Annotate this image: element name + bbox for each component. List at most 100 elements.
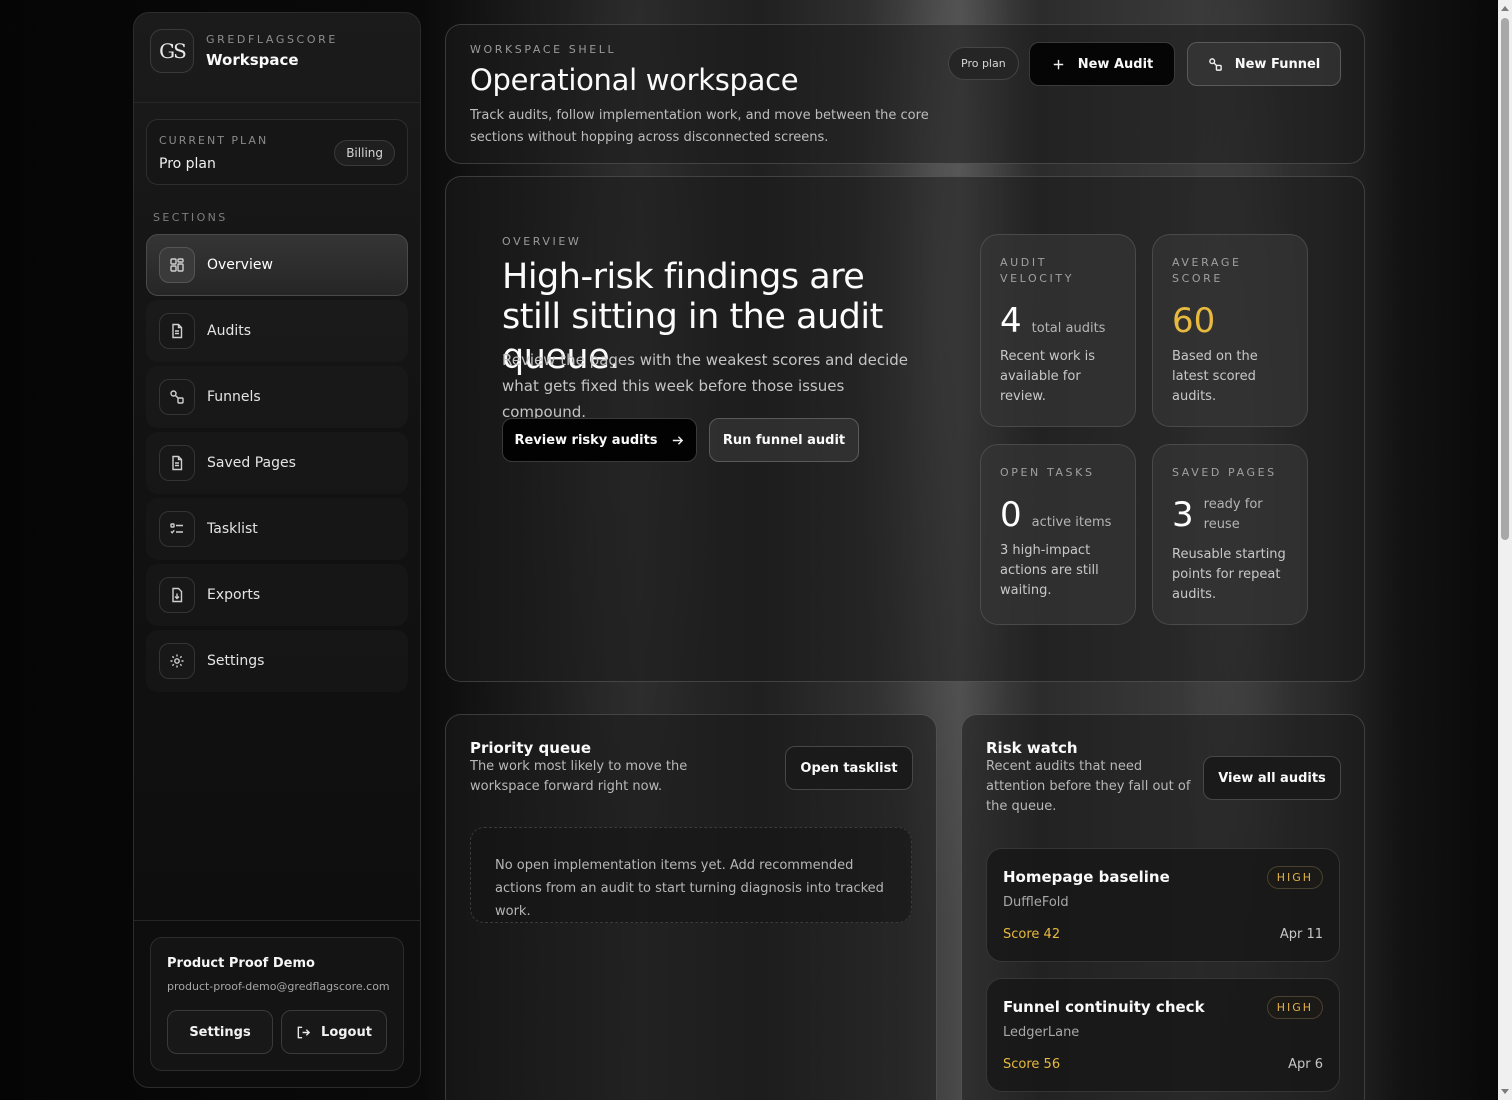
arrow-right-icon xyxy=(672,435,683,445)
scroll-down-icon[interactable] xyxy=(1501,1089,1509,1094)
sidebar-item-label: Overview xyxy=(207,257,273,273)
header-description: Track audits, follow implementation work… xyxy=(470,108,929,145)
stat-value: 3 xyxy=(1172,495,1194,535)
run-funnel-audit-label: Run funnel audit xyxy=(722,432,846,448)
logout-button[interactable]: Logout xyxy=(281,1010,387,1054)
brand-logo-icon: GS xyxy=(150,29,194,73)
stat-card-average-score: AVERAGE SCORE 60 Based on the latest sco… xyxy=(1152,234,1308,427)
divider xyxy=(134,920,420,921)
stat-value: 0 xyxy=(1000,495,1022,535)
sidebar-item-label: Settings xyxy=(207,653,265,669)
risk-item-date: Apr 11 xyxy=(1279,927,1323,942)
gear-icon xyxy=(159,643,195,679)
workspace-header: WORKSPACE SHELL Operational workspace Tr… xyxy=(445,24,1365,164)
divider xyxy=(134,102,420,103)
empty-state: No open implementation items yet. Add re… xyxy=(470,827,912,923)
export-icon xyxy=(159,577,195,613)
stat-description: 3 high-impact actions are still waiting. xyxy=(1000,543,1099,598)
sidebar-item-label: Saved Pages xyxy=(207,455,296,471)
stat-description: Recent work is available for review. xyxy=(1000,349,1096,404)
sidebar-item-exports[interactable]: Exports xyxy=(146,564,408,626)
risk-item[interactable]: Funnel continuity check LedgerLane Score… xyxy=(986,978,1340,1092)
open-tasklist-label: Open tasklist xyxy=(800,760,898,776)
saved-page-icon xyxy=(159,445,195,481)
stat-value-row: 0 active items xyxy=(1000,495,1111,535)
checklist-icon xyxy=(159,511,195,547)
plan-kicker: CURRENT PLAN xyxy=(159,134,269,147)
sidebar-nav: Overview Audits Funnels Saved Pages Task… xyxy=(146,234,408,696)
document-icon xyxy=(159,313,195,349)
risk-item[interactable]: Homepage baseline DuffleFold Score 42 Ap… xyxy=(986,848,1340,962)
user-settings-button[interactable]: Settings xyxy=(167,1010,273,1054)
risk-watch-panel: Risk watch Recent audits that need atten… xyxy=(961,714,1365,1100)
user-card: Product Proof Demo product-proof-demo@gr… xyxy=(150,937,404,1071)
view-all-audits-label: View all audits xyxy=(1218,770,1326,786)
new-audit-label: New Audit xyxy=(1077,56,1154,72)
sidebar: GS GREDFLAGSCORE Workspace CURRENT PLAN … xyxy=(133,12,421,1088)
risk-item-brand: DuffleFold xyxy=(1003,895,1069,910)
page-title: Operational workspace xyxy=(470,63,799,97)
current-plan-card: CURRENT PLAN Pro plan Billing xyxy=(146,119,408,185)
logout-icon xyxy=(297,1026,311,1038)
plan-name: Pro plan xyxy=(159,156,216,172)
stat-unit: ready for reuse xyxy=(1203,497,1263,532)
stat-value-row: 60 xyxy=(1172,301,1215,341)
sidebar-item-overview[interactable]: Overview xyxy=(146,234,408,296)
stat-unit: active items xyxy=(1031,515,1112,530)
sections-label: SECTIONS xyxy=(153,211,228,224)
billing-button[interactable]: Billing xyxy=(334,140,395,166)
funnel-nodes-icon xyxy=(159,379,195,415)
sidebar-item-saved-pages[interactable]: Saved Pages xyxy=(146,432,408,494)
risk-item-score: Score 42 xyxy=(1003,927,1061,942)
sidebar-item-funnels[interactable]: Funnels xyxy=(146,366,408,428)
stat-value-row: 3 ready for reuse xyxy=(1172,495,1268,535)
risk-item-score: Score 56 xyxy=(1003,1057,1061,1072)
overview-description: Review the pages with the weakest scores… xyxy=(502,351,909,421)
sidebar-item-label: Funnels xyxy=(207,389,261,405)
plus-icon xyxy=(1053,59,1063,69)
review-risky-audits-button[interactable]: Review risky audits xyxy=(502,418,697,462)
view-all-audits-button[interactable]: View all audits xyxy=(1203,756,1341,800)
stat-unit: total audits xyxy=(1031,321,1106,336)
stat-kicker: AVERAGE SCORE xyxy=(1172,256,1242,285)
sidebar-item-label: Audits xyxy=(207,323,252,339)
stat-kicker: OPEN TASKS xyxy=(1000,466,1095,479)
page-scrollbar[interactable] xyxy=(1498,0,1512,1100)
run-funnel-audit-button[interactable]: Run funnel audit xyxy=(709,418,859,462)
scroll-up-icon[interactable] xyxy=(1501,6,1509,11)
risk-watch-title: Risk watch xyxy=(986,739,1078,757)
priority-queue-panel: Priority queue The work most likely to m… xyxy=(445,714,937,1100)
brand-title: Workspace xyxy=(206,51,299,69)
severity-badge: HIGH xyxy=(1266,996,1323,1019)
risk-item-date: Apr 6 xyxy=(1288,1057,1323,1072)
user-name: Product Proof Demo xyxy=(167,956,315,971)
sidebar-item-audits[interactable]: Audits xyxy=(146,300,408,362)
sidebar-item-tasklist[interactable]: Tasklist xyxy=(146,498,408,560)
sidebar-item-settings[interactable]: Settings xyxy=(146,630,408,692)
sidebar-item-label: Tasklist xyxy=(207,521,258,537)
stat-card-audit-velocity: AUDIT VELOCITY 4 total audits Recent wor… xyxy=(980,234,1136,427)
risk-item-brand: LedgerLane xyxy=(1003,1025,1080,1040)
user-email: product-proof-demo@gredflagscore.com xyxy=(167,980,390,993)
overview-grid-icon xyxy=(159,247,195,283)
header-kicker: WORKSPACE SHELL xyxy=(470,43,617,56)
sidebar-item-label: Exports xyxy=(207,587,261,603)
risk-watch-description: Recent audits that need attention before… xyxy=(986,759,1191,814)
stat-kicker: SAVED PAGES xyxy=(1172,466,1277,479)
stat-description: Reusable starting points for repeat audi… xyxy=(1172,547,1286,602)
stat-value-row: 4 total audits xyxy=(1000,301,1105,341)
logout-label: Logout xyxy=(321,1024,372,1040)
open-tasklist-button[interactable]: Open tasklist xyxy=(785,746,913,790)
plan-badge: Pro plan xyxy=(948,47,1019,80)
overview-panel: OVERVIEW High-risk findings are still si… xyxy=(445,176,1365,682)
scroll-thumb[interactable] xyxy=(1501,18,1509,540)
brand: GS GREDFLAGSCORE Workspace xyxy=(150,29,338,73)
priority-queue-title: Priority queue xyxy=(470,739,591,757)
new-audit-button[interactable]: New Audit xyxy=(1029,42,1175,86)
new-funnel-button[interactable]: New Funnel xyxy=(1187,42,1341,86)
overview-kicker: OVERVIEW xyxy=(502,235,582,248)
review-risky-audits-label: Review risky audits xyxy=(514,432,658,448)
user-settings-label: Settings xyxy=(189,1024,251,1040)
stat-description: Based on the latest scored audits. xyxy=(1172,349,1258,404)
risk-item-title: Homepage baseline xyxy=(1003,868,1170,886)
